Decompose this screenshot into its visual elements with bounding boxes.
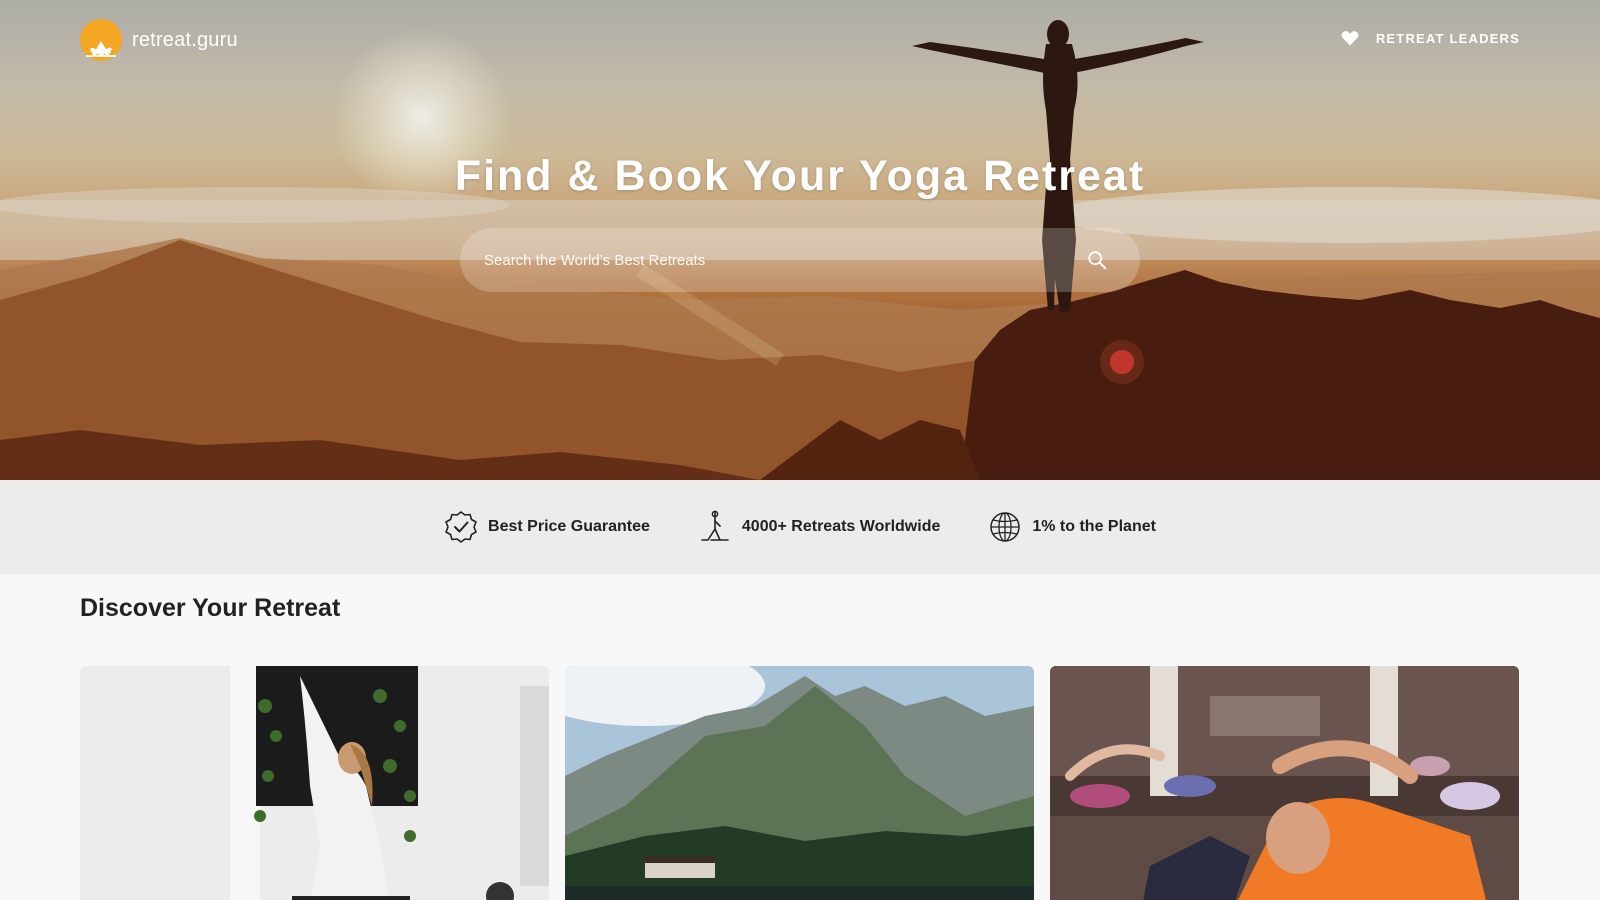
- feature-label: 1% to the Planet: [1032, 518, 1156, 535]
- sun-lotus-logo-icon: [80, 19, 122, 61]
- hero-banner: retreat.guru RETREAT LEADERS Find & Book…: [0, 0, 1600, 480]
- feature-label: 4000+ Retreats Worldwide: [741, 518, 941, 535]
- retreat-card[interactable]: [565, 666, 1034, 900]
- search-bar[interactable]: [460, 228, 1140, 292]
- feature-planet: 1% to the Planet: [988, 510, 1156, 544]
- feature-retreats-worldwide: 4000+ Retreats Worldwide: [698, 510, 940, 544]
- hero-title: Find & Book Your Yoga Retreat: [454, 152, 1146, 200]
- retreat-card[interactable]: [1050, 666, 1519, 900]
- globe-icon: [990, 512, 1021, 542]
- feature-best-price: Best Price Guarantee: [444, 510, 650, 544]
- discover-section-title: Discover Your Retreat: [80, 594, 341, 622]
- yoga-pose-icon: [701, 510, 729, 541]
- retreat-leaders-link[interactable]: RETREAT LEADERS: [1376, 31, 1520, 46]
- mountain-lake-photo: [565, 666, 1034, 900]
- site-logo[interactable]: retreat.guru: [80, 19, 238, 61]
- search-input[interactable]: [484, 251, 1086, 269]
- top-nav: RETREAT LEADERS: [1340, 28, 1520, 48]
- retreat-cards: [80, 666, 1520, 900]
- woman-yoga-pose-photo: [80, 666, 549, 900]
- heart-icon[interactable]: [1340, 28, 1360, 48]
- features-bar: Best Price Guarantee 4000+ Retreats Worl…: [0, 480, 1600, 574]
- group-yoga-class-photo: [1050, 666, 1519, 900]
- check-badge-icon: [445, 511, 477, 543]
- retreat-card[interactable]: [80, 666, 549, 900]
- feature-label: Best Price Guarantee: [488, 518, 650, 535]
- logo-text: retreat.guru: [132, 28, 238, 51]
- search-icon[interactable]: [1086, 249, 1108, 271]
